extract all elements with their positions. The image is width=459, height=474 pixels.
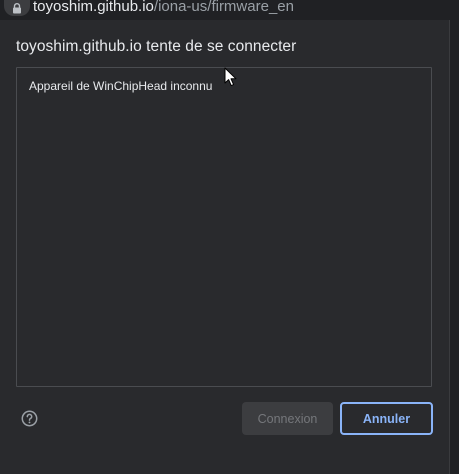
device-chooser-dialog: toyoshim.github.io tente de se connecter… — [0, 20, 450, 474]
mouse-pointer-icon — [224, 67, 238, 87]
url-host: toyoshim.github.io — [33, 0, 154, 15]
url-text[interactable]: toyoshim.github.io/iona-us/firmware_en — [33, 0, 294, 15]
page: toyoshim.github.io/iona-us/firmware_en t… — [0, 0, 459, 474]
device-list-item[interactable]: Appareil de WinChipHead inconnu — [29, 79, 212, 93]
dialog-title: toyoshim.github.io tente de se connecter — [16, 38, 297, 55]
device-list[interactable]: Appareil de WinChipHead inconnu — [16, 67, 432, 387]
help-icon[interactable] — [21, 410, 38, 427]
address-bar[interactable]: toyoshim.github.io/iona-us/firmware_en — [0, 0, 459, 17]
connect-button[interactable]: Connexion — [242, 402, 333, 435]
cancel-button[interactable]: Annuler — [340, 402, 433, 435]
url-path: /iona-us/firmware_en — [153, 0, 294, 15]
lock-icon[interactable] — [4, 0, 30, 16]
